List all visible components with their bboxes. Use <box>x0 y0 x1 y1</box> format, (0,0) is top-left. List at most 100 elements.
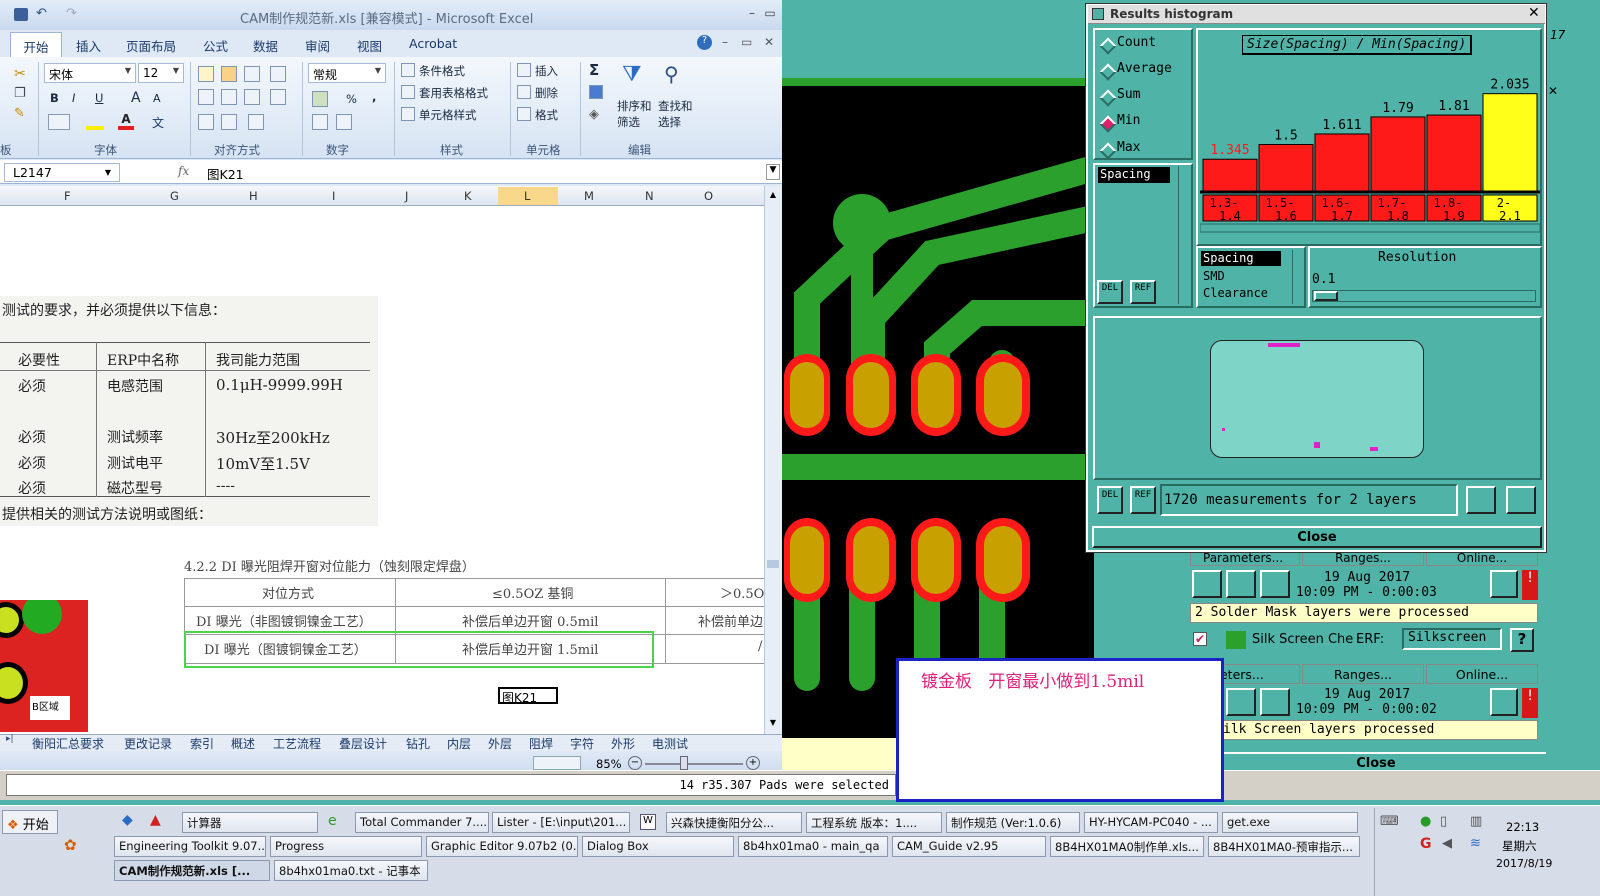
ref-button[interactable]: REF <box>1130 486 1156 514</box>
quicklaunch-icon[interactable]: ✿ <box>64 836 77 854</box>
chart-hscrollbar[interactable] <box>1199 223 1541 233</box>
ie-icon[interactable]: e <box>328 813 337 829</box>
fill-color-icon[interactable] <box>86 113 104 130</box>
column-header[interactable]: J <box>405 189 408 203</box>
merge-center-icon[interactable] <box>270 89 286 105</box>
taskbar-item[interactable]: HY-HYCAM-PC040 - ... <box>1084 812 1218 833</box>
increase-decimal-icon[interactable] <box>312 114 328 130</box>
type-smd[interactable]: SMD <box>1203 269 1225 283</box>
type-spacing[interactable]: Spacing <box>1201 251 1281 266</box>
alert-icon[interactable]: ! <box>1522 570 1538 600</box>
run-check-icon[interactable] <box>1192 570 1222 598</box>
max-label[interactable]: Max <box>1117 140 1140 155</box>
taskbar-item[interactable]: 8b4hx01ma0 - main_qa <box>738 836 888 857</box>
decrease-indent-icon[interactable] <box>198 114 214 130</box>
tab-insert[interactable]: 插入 <box>76 36 101 55</box>
histogram-close-button[interactable]: Close <box>1092 526 1542 548</box>
cell-styles-button[interactable]: 单元格样式 <box>419 107 477 123</box>
zoom-in-icon[interactable]: + <box>746 756 760 770</box>
erf-select[interactable]: Silkscreen <box>1402 628 1502 650</box>
histogram-bar[interactable] <box>1202 158 1258 193</box>
align-right-icon[interactable] <box>244 89 260 105</box>
align-center-icon[interactable] <box>221 89 237 105</box>
sort-filter-icon[interactable]: ⧩ <box>622 62 642 87</box>
sheet-tab[interactable]: 内层 <box>447 735 471 752</box>
bold-button[interactable]: B <box>50 91 59 105</box>
format-table-icon[interactable] <box>401 85 415 99</box>
name-box[interactable]: L2147 ▼ <box>4 163 120 182</box>
column-header[interactable]: N <box>645 189 654 203</box>
online-button[interactable]: Online... <box>1426 550 1538 566</box>
underline-button[interactable]: U <box>95 91 103 105</box>
autosum-button[interactable]: Σ <box>589 61 599 79</box>
fill-icon[interactable] <box>589 85 603 99</box>
taskbar-item[interactable]: Graphic Editor 9.07b2 (0... <box>426 836 578 857</box>
find-select-button[interactable]: 查找和 选择 <box>658 98 698 130</box>
orientation-icon[interactable] <box>248 114 264 130</box>
column-header[interactable]: M <box>584 189 594 203</box>
sheet-tab[interactable]: 衡阳汇总要求 <box>32 735 104 752</box>
taskbar-item[interactable]: Dialog Box <box>582 836 734 857</box>
ribbon-minimize-icon[interactable]: – <box>722 35 728 49</box>
sheet-tab[interactable]: 字符 <box>570 735 594 752</box>
insert-cells-icon[interactable] <box>517 63 531 77</box>
pdf-icon[interactable]: ▲ <box>150 812 161 828</box>
taskbar-item[interactable]: 工程系统 版本：1.... <box>806 812 942 833</box>
taskbar-item[interactable]: 计算器 <box>182 812 318 833</box>
start-button[interactable]: ❖ 开始 <box>2 810 58 834</box>
column-header[interactable]: H <box>249 189 258 203</box>
minimize-icon[interactable]: – <box>744 6 760 20</box>
column-header[interactable]: I <box>332 189 335 203</box>
taskbar-item[interactable]: Lister - [E:\input\201... <box>492 812 630 833</box>
find-select-icon[interactable]: ⚲ <box>664 62 679 86</box>
sheet-tab[interactable]: 外层 <box>488 735 512 752</box>
type-clearance[interactable]: Clearance <box>1203 286 1268 300</box>
grow-font-button[interactable]: A <box>131 90 141 106</box>
help-button[interactable]: ? <box>1510 628 1534 652</box>
align-top-icon[interactable] <box>198 66 214 82</box>
ranges-button[interactable]: Ranges... <box>1302 550 1424 566</box>
tray-icon[interactable]: ▯ <box>1440 814 1447 829</box>
sheet-tab[interactable]: 叠层设计 <box>339 735 387 752</box>
cut-icon[interactable]: ✂ <box>14 66 26 82</box>
parameters-button[interactable]: Parameters... <box>1190 550 1300 566</box>
conditional-format-button[interactable]: 条件格式 <box>419 63 465 79</box>
silk-screen-checkbox[interactable]: ✔ <box>1193 632 1207 646</box>
tab-formulas[interactable]: 公式 <box>203 36 228 55</box>
ribbon-restore-icon[interactable]: ▭ <box>741 35 752 49</box>
edge-close-icon[interactable]: ✕ <box>1548 84 1558 98</box>
run-check-icon[interactable] <box>1226 688 1256 716</box>
currency-icon[interactable] <box>312 91 328 107</box>
save-icon[interactable] <box>14 8 28 21</box>
min-label[interactable]: Min <box>1117 113 1140 128</box>
decrease-decimal-icon[interactable] <box>336 114 352 130</box>
taskbar-item[interactable]: get.exe <box>1222 812 1358 833</box>
borders-icon[interactable] <box>48 114 70 130</box>
resolution-slider-thumb[interactable] <box>1314 291 1338 301</box>
cell-styles-icon[interactable] <box>401 107 415 121</box>
taskbar-item[interactable]: CAM_Guide v2.95 <box>892 836 1046 857</box>
font-name-select[interactable]: 宋体 ▼ <box>44 63 136 83</box>
taskbar-item[interactable]: 兴森快捷衡阳分公... <box>666 812 802 833</box>
list-scrollbar[interactable] <box>1178 166 1190 304</box>
taskbar-item-active[interactable]: CAM制作规范新.xls [... <box>114 860 270 881</box>
taskbar-item[interactable]: 8b4hx01ma0.txt - 记事本 <box>274 860 428 881</box>
format-cells-icon[interactable] <box>517 107 531 121</box>
sheet-tab[interactable]: 概述 <box>231 735 255 752</box>
del-button[interactable]: DEL <box>1097 486 1123 514</box>
format-as-table-button[interactable]: 套用表格格式 <box>419 85 488 101</box>
italic-button[interactable]: I <box>72 91 75 105</box>
scroll-thumb[interactable] <box>767 560 779 568</box>
tray-icon[interactable]: ● <box>1420 814 1431 829</box>
format-painter-icon[interactable]: ✎ <box>14 106 25 121</box>
delete-cells-button[interactable]: 删除 <box>535 85 558 101</box>
column-header[interactable]: G <box>170 189 179 203</box>
align-bottom-icon[interactable] <box>244 66 260 82</box>
run-check-icon[interactable] <box>1260 570 1290 598</box>
scroll-up-icon[interactable]: ▲ <box>767 190 779 202</box>
tab-home[interactable]: 开始 <box>10 32 62 57</box>
zoom-slider[interactable] <box>645 763 743 765</box>
histogram-bar[interactable] <box>1258 144 1314 193</box>
active-cell[interactable]: 图K21 <box>498 687 558 705</box>
online-button[interactable]: Online... <box>1426 664 1538 684</box>
